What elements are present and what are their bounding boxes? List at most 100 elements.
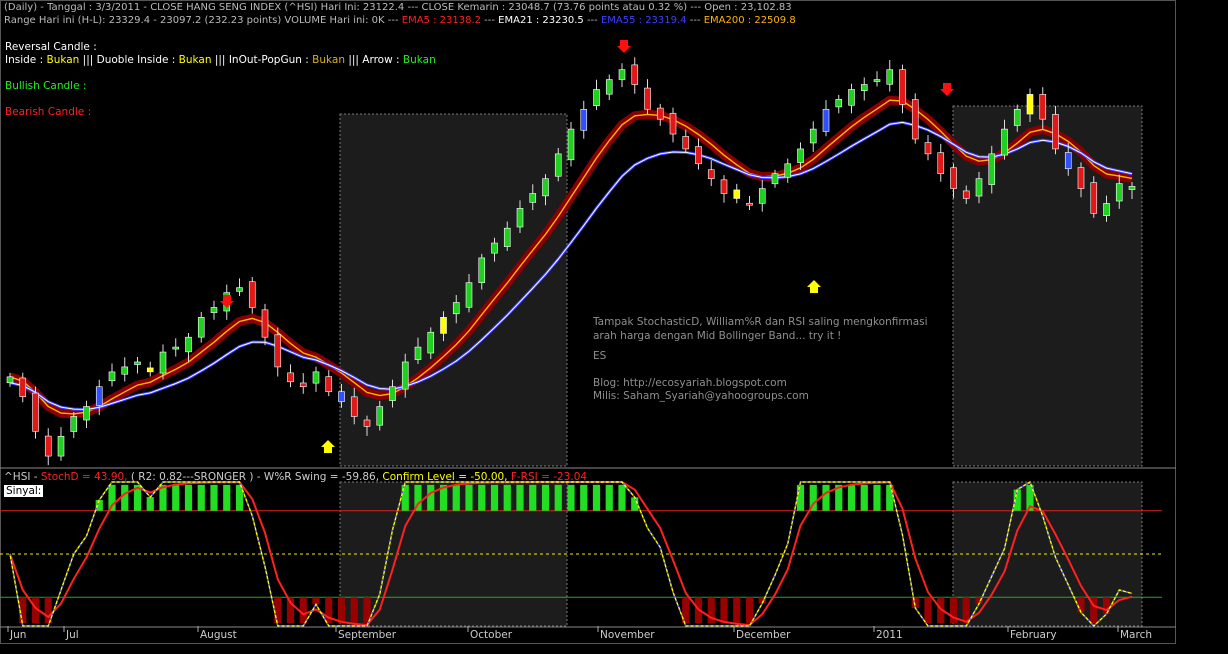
candle-body (465, 282, 473, 308)
month-label: August (200, 629, 237, 641)
candle-body (746, 202, 753, 206)
annotation-note: Tampak StochasticD, William%R dan RSI sa… (593, 316, 928, 404)
candle-body (287, 372, 294, 383)
candle-body (389, 386, 396, 401)
ind-confirm: Confirm Level = -50.00, (379, 471, 508, 483)
candle-body (809, 128, 817, 144)
candle-body (401, 361, 409, 390)
candle-body (1039, 94, 1047, 120)
candle-body (491, 242, 498, 254)
indicator-header: ^HSI - StochD = 43.90, ( R2: 0.82---SRON… (4, 471, 587, 483)
candle-body (83, 406, 90, 421)
candle-body (822, 108, 830, 132)
candle-body (682, 136, 690, 150)
ind-r2: ( R2: 0.82---SRONGER ) (127, 471, 254, 483)
candle-body (197, 317, 205, 338)
candle-body (1064, 152, 1072, 170)
candle-body (44, 435, 52, 457)
candle-body (185, 336, 192, 353)
candle-body (108, 371, 116, 382)
candle-body (350, 396, 358, 417)
candle-body (580, 108, 588, 131)
candle-body (911, 99, 919, 140)
candle-body (32, 392, 39, 432)
candle-body (848, 89, 855, 106)
ind-stoch: StochD = 43.90, (40, 471, 128, 483)
ind-wr: - W%R Swing = -59.86, (253, 471, 380, 483)
candle-body (1115, 183, 1123, 202)
candle-body (516, 208, 524, 228)
ind-rsi: F-RSI = -23.04 (507, 471, 588, 483)
candle-body (121, 366, 129, 375)
candle-body (950, 167, 957, 189)
month-label: November (600, 629, 655, 641)
note-line-4: Blog: http://ecosyariah.blogspot.com (593, 376, 787, 389)
candle-body (937, 152, 945, 174)
candle-body (210, 307, 218, 313)
candle-body (261, 309, 269, 338)
month-label: September (338, 629, 397, 641)
candle-body (274, 334, 282, 368)
candle-body (1052, 114, 1059, 150)
month-label: March (1120, 629, 1152, 641)
candle-body (1128, 186, 1136, 190)
candle-body (593, 89, 600, 107)
candle-body (707, 169, 715, 179)
candle-body (452, 302, 460, 315)
candle-body (784, 163, 792, 178)
month-label: 2011 (876, 629, 903, 641)
candle-body (618, 69, 626, 80)
month-label: December (736, 629, 791, 641)
signal-arrow-down-1 (220, 295, 234, 308)
month-label: Jun (9, 629, 26, 641)
candle-body (886, 69, 894, 85)
candle-body (975, 178, 983, 197)
candle-body (440, 317, 447, 334)
note-line-1: Tampak StochasticD, William%R dan RSI sa… (593, 316, 928, 328)
candle-body (873, 79, 881, 82)
candle-body (554, 153, 562, 177)
candle-body (19, 377, 27, 397)
candle-body (988, 153, 996, 185)
candle-body (1001, 128, 1008, 156)
candle-body (159, 351, 167, 374)
candle-body (631, 64, 639, 85)
candle-body (299, 382, 307, 388)
candle-body (1026, 94, 1034, 115)
month-label: February (1010, 629, 1057, 641)
candle-body (134, 361, 141, 365)
candle-body (860, 84, 868, 91)
candle-body (733, 189, 741, 199)
candle-body (567, 128, 575, 161)
candle-body (236, 287, 243, 292)
candle-body (248, 281, 256, 308)
candle-body (6, 376, 14, 384)
signal-arrow-down-2 (617, 40, 631, 53)
candle-body (414, 346, 422, 360)
candle-body (605, 79, 613, 95)
candle-body (503, 227, 511, 247)
ind-symbol: ^HSI - (4, 471, 41, 483)
candle-body (720, 179, 728, 194)
candle-body (835, 99, 843, 108)
note-line-3: ES (593, 350, 607, 362)
candle-body (656, 107, 664, 120)
note-line-2: arah harga dengan Mid Bollinger Band... … (593, 329, 842, 342)
candle-body (172, 346, 180, 350)
candle-body (1077, 167, 1085, 189)
candle-body (338, 391, 345, 402)
candle-body (363, 419, 371, 427)
candle-body (1013, 108, 1021, 126)
candle-body (478, 257, 486, 283)
sinyal-badge: Sinyal: (4, 485, 44, 497)
candle-body (899, 69, 906, 105)
candle-body (1103, 203, 1110, 216)
signal-arrow-up-5 (807, 280, 821, 293)
candle-body (695, 146, 702, 165)
candle-body (669, 112, 677, 135)
candle-body (797, 148, 804, 163)
candle-body (771, 173, 779, 185)
signal-arrow-down-3 (940, 83, 954, 96)
candle-body (758, 188, 766, 204)
candle-body (542, 178, 549, 197)
